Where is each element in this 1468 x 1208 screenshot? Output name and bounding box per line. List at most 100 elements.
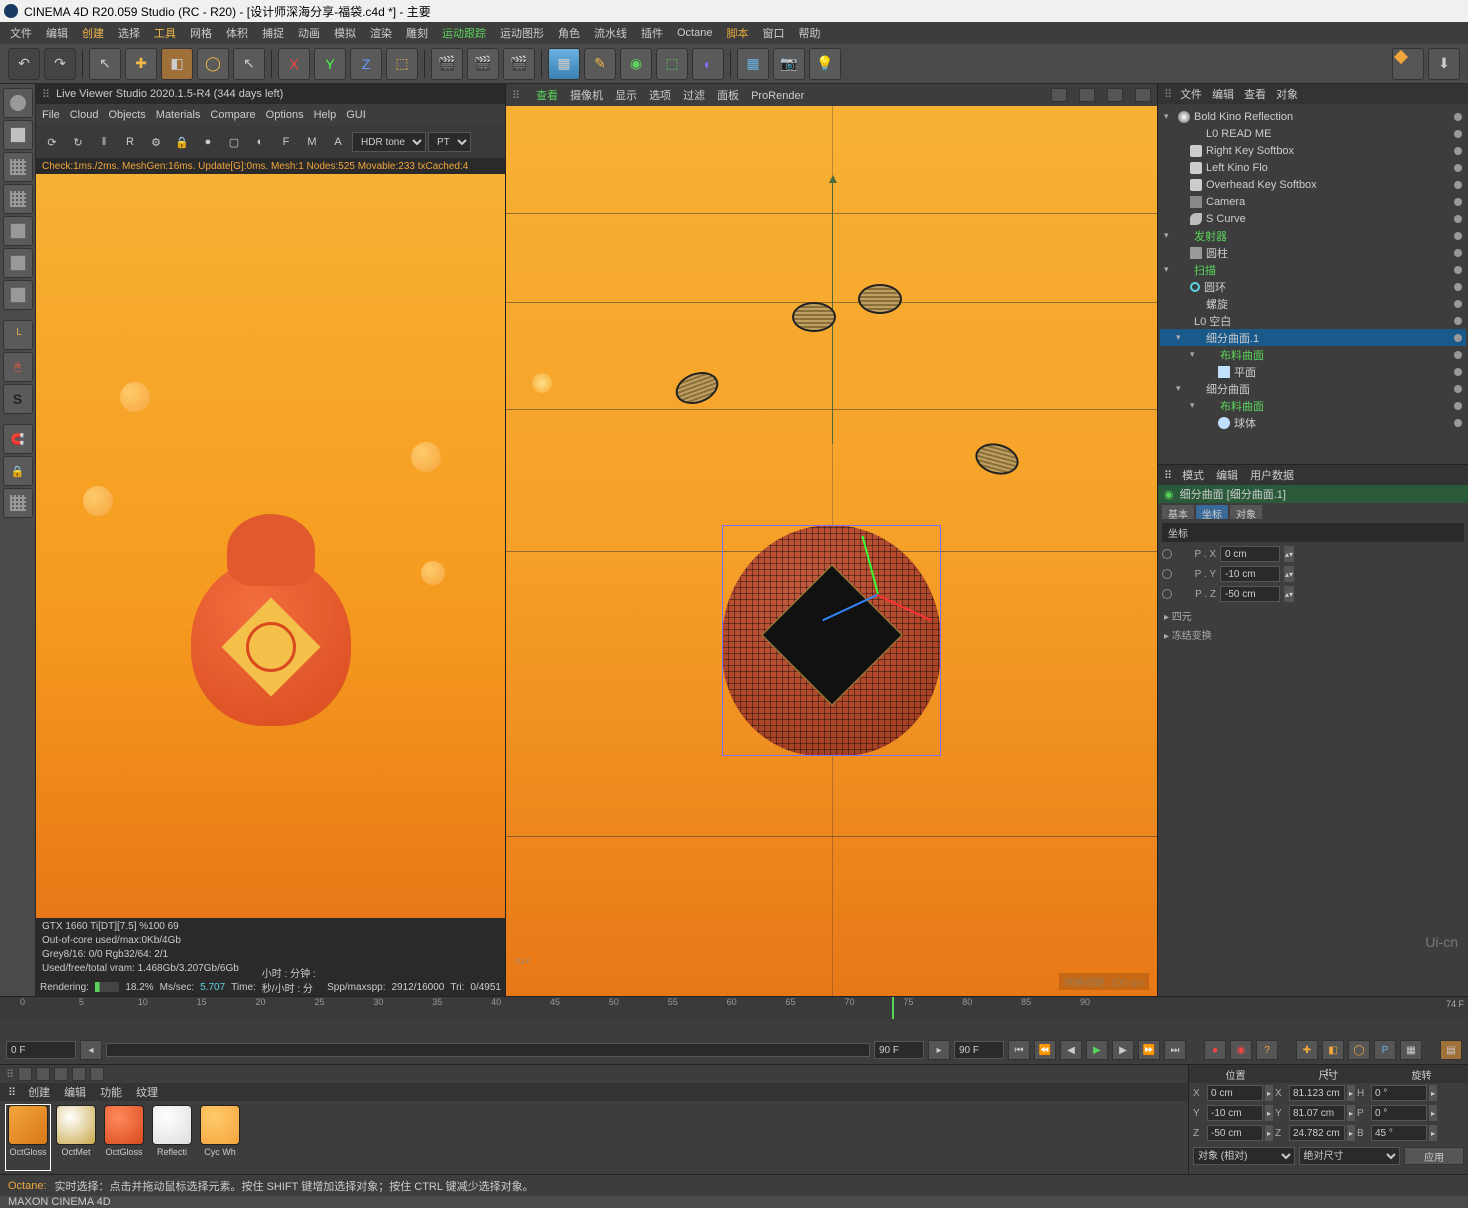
- light-button[interactable]: 💡: [809, 48, 841, 80]
- menu-体积[interactable]: 体积: [220, 23, 254, 43]
- lv-refresh-icon[interactable]: ⟳: [40, 130, 64, 154]
- menu-渲染[interactable]: 渲染: [364, 23, 398, 43]
- menu-帮助[interactable]: 帮助: [792, 23, 826, 43]
- autokey-button[interactable]: ◉: [1230, 1040, 1252, 1060]
- tree-row-Right Key Softbox[interactable]: Right Key Softbox: [1160, 142, 1466, 159]
- transform-gizmo[interactable]: [837, 554, 917, 634]
- lv-menu-Options[interactable]: Options: [266, 109, 304, 121]
- coord-mode-select[interactable]: 对象 (相对): [1193, 1147, 1295, 1165]
- vp-menu-过滤[interactable]: 过滤: [683, 90, 705, 102]
- menu-流水线[interactable]: 流水线: [588, 23, 633, 43]
- render-region-button[interactable]: 🎬: [467, 48, 499, 80]
- twisty-icon[interactable]: ▾: [1176, 383, 1186, 394]
- lv-circle-icon[interactable]: ●: [196, 130, 220, 154]
- texture-mode[interactable]: [3, 152, 33, 182]
- vis-tag[interactable]: [1454, 198, 1462, 206]
- menu-捕捉[interactable]: 捕捉: [256, 23, 290, 43]
- menu-插件[interactable]: 插件: [635, 23, 669, 43]
- spinner-icon[interactable]: ▸: [1347, 1085, 1355, 1101]
- anim-dot[interactable]: [1162, 569, 1172, 579]
- vis-tag[interactable]: [1454, 334, 1462, 342]
- objtab-编辑[interactable]: 编辑: [1212, 89, 1234, 101]
- pos-field[interactable]: [1207, 1125, 1263, 1141]
- material-OctGloss[interactable]: OctGloss: [102, 1105, 146, 1170]
- tree-row-布料曲面[interactable]: ▾布料曲面: [1160, 397, 1466, 414]
- coord-apply-button[interactable]: 应用: [1404, 1147, 1464, 1165]
- mat-ic5[interactable]: [90, 1067, 104, 1081]
- drag-dots-icon[interactable]: ⠿: [8, 1086, 16, 1099]
- spinner-icon[interactable]: ▸: [1429, 1105, 1437, 1121]
- menu-文件[interactable]: 文件: [4, 23, 38, 43]
- lv-menu-Objects[interactable]: Objects: [108, 109, 145, 121]
- lv-gear-icon[interactable]: ⚙: [144, 130, 168, 154]
- point-mode[interactable]: [3, 216, 33, 246]
- size-field[interactable]: [1289, 1125, 1345, 1141]
- render-settings-button[interactable]: 🎬: [503, 48, 535, 80]
- drag-dots-icon[interactable]: ⠿: [42, 88, 50, 101]
- size-field[interactable]: [1289, 1105, 1345, 1121]
- vis-tag[interactable]: [1454, 181, 1462, 189]
- pt-select[interactable]: PT: [428, 132, 471, 152]
- spinner-icon[interactable]: ▸: [1347, 1105, 1355, 1121]
- prev-key-button[interactable]: ⏪: [1034, 1040, 1056, 1060]
- polygon-mode[interactable]: [3, 280, 33, 310]
- magnet-tool[interactable]: 🧲: [3, 424, 33, 454]
- lasso-tool[interactable]: ↖: [233, 48, 265, 80]
- twisty-icon[interactable]: ▾: [1190, 349, 1200, 360]
- tree-row-Left Kino Flo[interactable]: Left Kino Flo: [1160, 159, 1466, 176]
- mat-ic4[interactable]: [72, 1067, 86, 1081]
- spinner-icon[interactable]: ▸: [1347, 1125, 1355, 1141]
- attr-field[interactable]: [1220, 566, 1280, 582]
- timeline-slider[interactable]: [106, 1043, 870, 1057]
- mat-ic1[interactable]: [18, 1067, 32, 1081]
- prev-frame-button[interactable]: ◀: [1060, 1040, 1082, 1060]
- vis-tag[interactable]: [1454, 368, 1462, 376]
- attrsubtab-对象[interactable]: 对象: [1230, 505, 1262, 519]
- tree-row-圆环[interactable]: 圆环: [1160, 278, 1466, 295]
- vis-tag[interactable]: [1454, 147, 1462, 155]
- next-key-button[interactable]: ⏩: [1138, 1040, 1160, 1060]
- menu-角色[interactable]: 角色: [552, 23, 586, 43]
- rot-field[interactable]: [1371, 1125, 1427, 1141]
- scale-tool[interactable]: ◧: [161, 48, 193, 80]
- vp-btn-1[interactable]: [1051, 88, 1067, 102]
- lv-save-icon[interactable]: ▢: [222, 130, 246, 154]
- play-button[interactable]: ▶: [1086, 1040, 1108, 1060]
- tree-row-平面[interactable]: 平面: [1160, 363, 1466, 380]
- model-mode[interactable]: [3, 88, 33, 118]
- lv-menu-GUI[interactable]: GUI: [346, 109, 366, 121]
- objtab-对象[interactable]: 对象: [1276, 89, 1298, 101]
- mattab-纹理[interactable]: 纹理: [136, 1087, 158, 1099]
- pos-key-button[interactable]: ✚: [1296, 1040, 1318, 1060]
- menu-动画[interactable]: 动画: [292, 23, 326, 43]
- vis-tag[interactable]: [1454, 317, 1462, 325]
- tree-row-发射器[interactable]: ▾发射器: [1160, 227, 1466, 244]
- attr-field[interactable]: [1220, 546, 1280, 562]
- layout-button-2[interactable]: ⬇: [1428, 48, 1460, 80]
- axis-y-button[interactable]: Y: [314, 48, 346, 80]
- lv-clip-icon[interactable]: ◐: [248, 130, 272, 154]
- attrtab-用户数据[interactable]: 用户数据: [1250, 470, 1294, 482]
- material-Cyc Wh[interactable]: Cyc Wh: [198, 1105, 242, 1170]
- frame-end-field1[interactable]: [874, 1041, 924, 1059]
- step-btn[interactable]: ◂: [80, 1040, 102, 1060]
- menu-脚本[interactable]: 脚本: [720, 23, 754, 43]
- rot-field[interactable]: [1371, 1105, 1427, 1121]
- coord-size-select[interactable]: 绝对尺寸: [1299, 1147, 1401, 1165]
- layout-button-1[interactable]: [1392, 48, 1424, 80]
- attr-field[interactable]: [1220, 586, 1280, 602]
- spinner-icon[interactable]: ▴▾: [1284, 566, 1294, 582]
- tree-row-L0 READ ME[interactable]: L0 READ ME: [1160, 125, 1466, 142]
- frame-end-field2[interactable]: [954, 1041, 1004, 1059]
- twisty-icon[interactable]: ▾: [1176, 332, 1186, 343]
- spinner-icon[interactable]: ▸: [1265, 1105, 1273, 1121]
- vp-menu-ProRender[interactable]: ProRender: [751, 90, 804, 102]
- mouse-tool[interactable]: 🖱: [3, 352, 33, 382]
- tree-row-圆柱[interactable]: 圆柱: [1160, 244, 1466, 261]
- vis-tag[interactable]: [1454, 402, 1462, 410]
- spinner-icon[interactable]: ▸: [1265, 1125, 1273, 1141]
- mattab-功能[interactable]: 功能: [100, 1087, 122, 1099]
- object-tree[interactable]: ▾Bold Kino ReflectionL0 READ MERight Key…: [1158, 104, 1468, 464]
- tree-row-扫描[interactable]: ▾扫描: [1160, 261, 1466, 278]
- param-key-button[interactable]: P: [1374, 1040, 1396, 1060]
